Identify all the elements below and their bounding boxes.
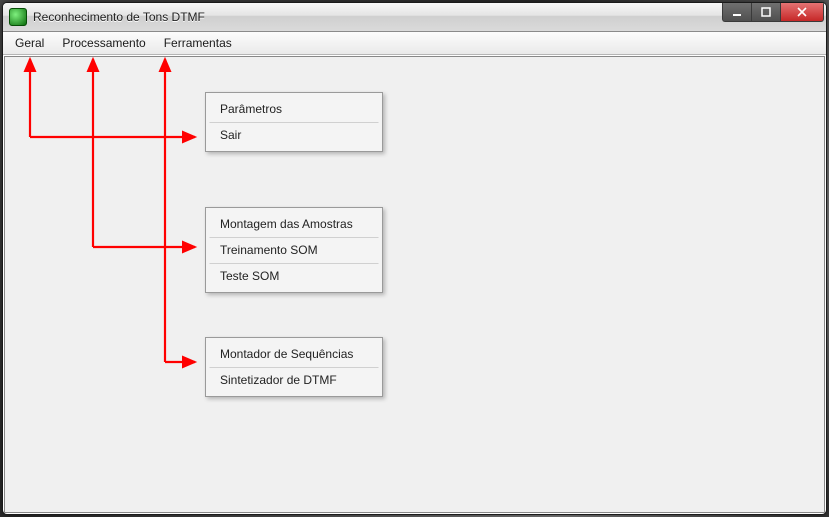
window-controls [722, 3, 824, 22]
annotation-arrows [5, 57, 824, 512]
menuitem-teste-som[interactable]: Teste SOM [209, 263, 379, 289]
minimize-button[interactable] [722, 3, 751, 22]
submenu-processamento: Montagem das Amostras Treinamento SOM Te… [205, 207, 383, 293]
menuitem-montador-sequencias[interactable]: Montador de Sequências [209, 341, 379, 367]
close-button[interactable] [780, 3, 824, 22]
app-icon [9, 8, 27, 26]
titlebar[interactable]: Reconhecimento de Tons DTMF [3, 3, 826, 32]
menubar: Geral Processamento Ferramentas [3, 32, 826, 55]
maximize-icon [761, 7, 771, 17]
window-title: Reconhecimento de Tons DTMF [33, 10, 722, 24]
app-window: Reconhecimento de Tons DTMF Geral Proces… [2, 2, 827, 515]
menuitem-montagem-amostras[interactable]: Montagem das Amostras [209, 211, 379, 237]
menu-ferramentas[interactable]: Ferramentas [156, 32, 240, 54]
submenu-ferramentas: Montador de Sequências Sintetizador de D… [205, 337, 383, 397]
submenu-geral: Parâmetros Sair [205, 92, 383, 152]
close-icon [797, 7, 807, 17]
client-area: Parâmetros Sair Montagem das Amostras Tr… [4, 56, 825, 513]
menu-processamento[interactable]: Processamento [54, 32, 153, 54]
menuitem-sintetizador-dtmf[interactable]: Sintetizador de DTMF [209, 367, 379, 393]
minimize-icon [732, 7, 742, 17]
menuitem-parametros[interactable]: Parâmetros [209, 96, 379, 122]
menuitem-treinamento-som[interactable]: Treinamento SOM [209, 237, 379, 263]
maximize-button[interactable] [751, 3, 780, 22]
menuitem-sair[interactable]: Sair [209, 122, 379, 148]
menu-geral[interactable]: Geral [7, 32, 52, 54]
